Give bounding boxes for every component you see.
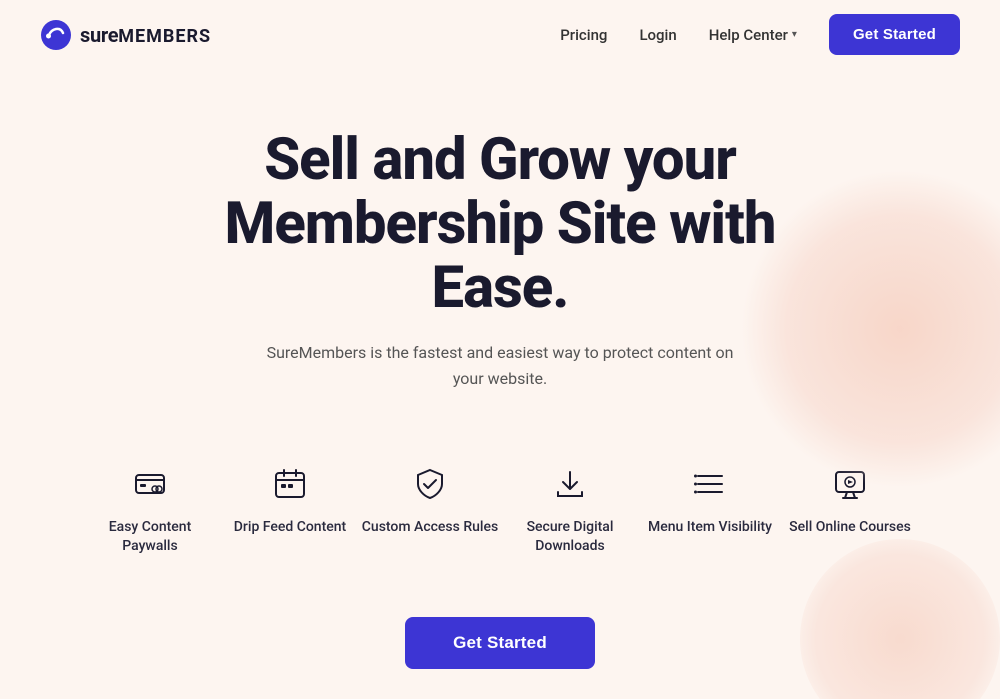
- hero-subtitle: SureMembers is the fastest and easiest w…: [250, 340, 750, 391]
- nav-help-center[interactable]: Help Center ▾: [709, 26, 797, 44]
- credit-card-icon: [128, 462, 172, 506]
- hero-section: Sell and Grow your Membership Site with …: [0, 69, 1000, 452]
- nav-login[interactable]: Login: [639, 26, 676, 44]
- feature-menu-item-visibility: Menu Item Visibility: [640, 462, 780, 557]
- list-icon: [688, 462, 732, 506]
- chevron-down-icon: ▾: [792, 29, 797, 40]
- nav: Pricing Login Help Center ▾ Get Started: [560, 14, 960, 55]
- feature-easy-content-paywalls: Easy Content Paywalls: [80, 462, 220, 557]
- hero-get-started-button[interactable]: Get Started: [405, 617, 595, 669]
- feature-drip-feed-content: Drip Feed Content: [220, 462, 360, 557]
- main-content: Sell and Grow your Membership Site with …: [0, 69, 1000, 699]
- feature-custom-access-rules: Custom Access Rules: [360, 462, 500, 557]
- shield-check-icon: [408, 462, 452, 506]
- feature-label-custom-access-rules: Custom Access Rules: [362, 518, 498, 538]
- download-icon: [548, 462, 592, 506]
- calendar-icon: [268, 462, 312, 506]
- logo-text: sureMEMBERS: [80, 23, 211, 47]
- feature-label-secure-digital-downloads: Secure Digital Downloads: [500, 518, 640, 557]
- feature-label-drip-feed-content: Drip Feed Content: [234, 518, 346, 538]
- logo-icon: [40, 19, 72, 51]
- feature-label-easy-content-paywalls: Easy Content Paywalls: [80, 518, 220, 557]
- nav-pricing[interactable]: Pricing: [560, 26, 607, 44]
- header: sureMEMBERS Pricing Login Help Center ▾ …: [0, 0, 1000, 69]
- hero-title: Sell and Grow your Membership Site with …: [150, 129, 850, 320]
- feature-secure-digital-downloads: Secure Digital Downloads: [500, 462, 640, 557]
- header-get-started-button[interactable]: Get Started: [829, 14, 960, 55]
- logo[interactable]: sureMEMBERS: [40, 19, 211, 51]
- feature-label-sell-online-courses: Sell Online Courses: [789, 518, 911, 538]
- feature-label-menu-item-visibility: Menu Item Visibility: [648, 518, 772, 538]
